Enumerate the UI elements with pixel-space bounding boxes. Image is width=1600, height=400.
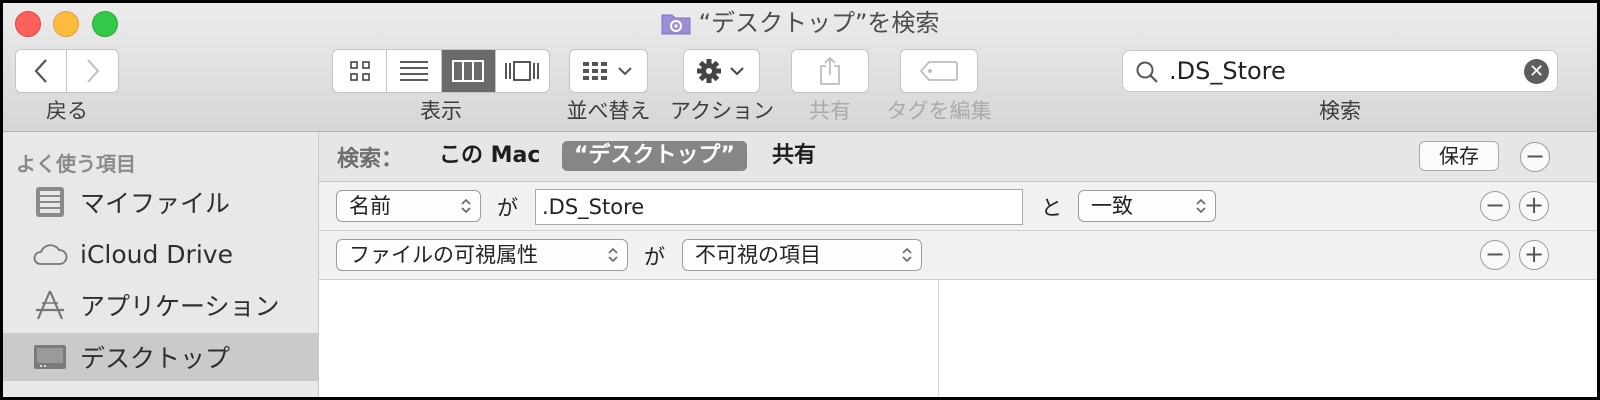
connector-to: と [1041,196,1062,220]
back-label: 戻る [46,99,88,123]
sidebar-item-icloud-drive[interactable]: iCloud Drive [3,230,318,278]
updown-chevron-icon [608,247,618,263]
operator-popup[interactable]: 不可視の項目 [682,239,922,271]
search-scope-bar: 検索： この Mac “デスクトップ” 共有 保存 − [319,132,1597,182]
column-view-button[interactable] [441,50,496,92]
sidebar: よく使う項目 マイファイル iCloud Drive アプリケーション デスクト… [3,132,319,397]
window-title-text: “デスクトップ”を検索 [698,9,940,37]
updown-chevron-icon [461,198,471,214]
search-label: 検索 [1319,99,1361,123]
remove-criteria-button[interactable]: − [1520,142,1550,172]
operator-value: 不可視の項目 [695,243,821,267]
gear-icon [696,59,744,83]
operator-value: 一致 [1091,194,1133,218]
updown-chevron-icon [902,247,912,263]
operator-popup[interactable]: 一致 [1078,190,1216,222]
search-icon [1136,61,1158,83]
clear-search-icon[interactable]: ✕ [1524,59,1549,84]
scope-shared[interactable]: 共有 [760,141,828,171]
results-area [319,280,1597,397]
action-label: アクション [670,99,774,123]
forward-button[interactable] [66,49,119,93]
view-mode-control [332,49,550,93]
sidebar-heading: よく使う項目 [16,152,136,176]
list-icon [399,61,428,81]
coverflow-icon [505,61,540,81]
applications-icon [31,286,69,324]
sidebar-item-desktop[interactable]: デスクトップ [3,333,318,381]
desktop-icon [31,338,69,376]
action-button[interactable] [683,49,760,93]
connector-ga: が [644,245,665,269]
toolbar: “デスクトップ”を検索 戻る 表示 並べ替え アクション 共有 タグを編集 .D… [3,3,1597,132]
columns-icon [452,60,485,82]
sidebar-item-applications[interactable]: アプリケーション [3,281,318,329]
scope-desktop[interactable]: “デスクトップ” [562,141,747,171]
grid-icon [349,61,370,81]
back-button[interactable] [15,49,67,93]
sidebar-item-label: iCloud Drive [80,239,233,269]
remove-rule-button[interactable]: − [1480,191,1510,221]
search-rule-visibility: ファイルの可視属性 が 不可視の項目 − + [319,231,1597,280]
attribute-value: ファイルの可視属性 [349,243,538,267]
tag-icon [919,61,958,81]
sidebar-item-label: デスクトップ [80,344,231,373]
folder-icon [661,11,691,43]
edit-tags-label: タグを編集 [886,99,992,123]
updown-chevron-icon [1196,198,1206,214]
save-search-button[interactable]: 保存 [1419,141,1499,171]
icon-view-button[interactable] [333,50,388,92]
share-label: 共有 [809,99,851,123]
finder-window: “デスクトップ”を検索 戻る 表示 並べ替え アクション 共有 タグを編集 .D… [3,3,1597,397]
add-rule-button[interactable]: + [1519,191,1549,221]
attribute-popup[interactable]: ファイルの可視属性 [336,239,628,271]
search-field[interactable]: ✕ [1122,50,1558,92]
add-rule-button[interactable]: + [1519,240,1549,270]
window-title: “デスクトップ”を検索 [3,7,1597,43]
share-button[interactable] [791,49,869,93]
sidebar-item-label: アプリケーション [80,292,280,321]
connector-ga: が [497,196,518,220]
main-content: 検索： この Mac “デスクトップ” 共有 保存 − 名前 が .DS_Sto… [319,132,1597,397]
attribute-value: 名前 [349,194,391,218]
coverflow-view-button[interactable] [496,50,549,92]
sidebar-item-all-my-files[interactable]: マイファイル [3,178,318,226]
scope-label: 検索： [337,147,404,172]
arrange-button[interactable] [569,49,648,93]
chevron-right-icon [86,59,99,83]
share-icon [820,56,840,85]
arrange-icon [582,62,632,80]
list-view-button[interactable] [387,50,442,92]
name-value-field[interactable]: .DS_Store [535,189,1023,225]
sidebar-item-label: マイファイル [80,189,231,218]
column-divider[interactable] [938,280,939,397]
all-files-icon [31,183,69,221]
scope-this-mac[interactable]: この Mac [427,141,552,171]
cloud-icon [31,235,69,273]
view-label: 表示 [420,99,462,123]
attribute-popup[interactable]: 名前 [336,190,481,222]
arrange-label: 並べ替え [566,99,651,123]
remove-rule-button[interactable]: − [1480,240,1510,270]
edit-tags-button[interactable] [900,49,978,93]
chevron-left-icon [34,59,47,83]
search-rule-name: 名前 が .DS_Store と 一致 − + [319,182,1597,231]
search-input[interactable] [1169,55,1509,87]
